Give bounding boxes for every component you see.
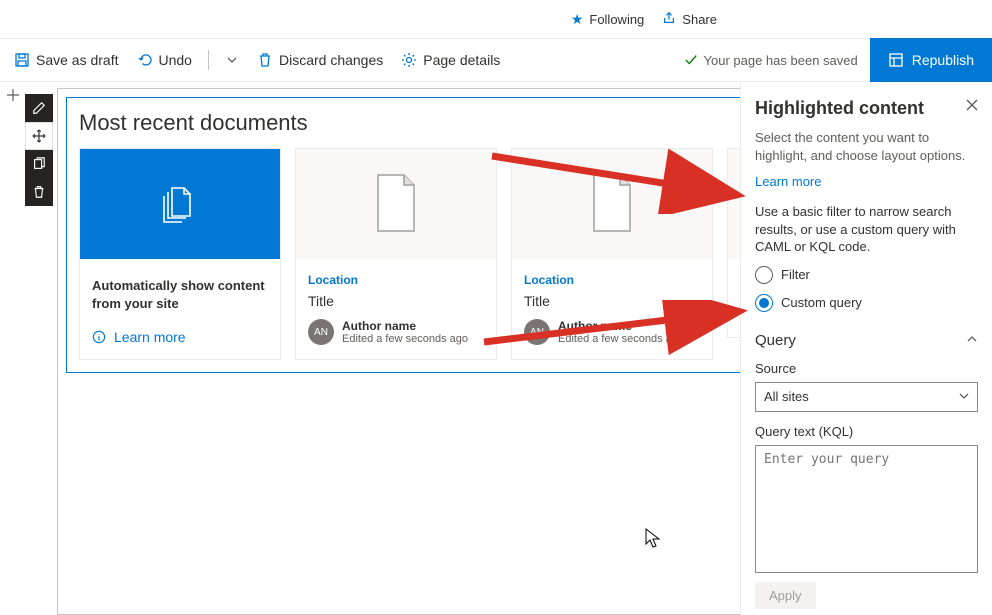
discard-button[interactable]: Discard changes — [255, 48, 385, 72]
property-panel: Highlighted content Select the content y… — [740, 82, 992, 615]
share-label: Share — [682, 12, 717, 27]
source-select[interactable]: All sites — [755, 382, 978, 412]
query-text-input[interactable] — [755, 445, 978, 573]
duplicate-webpart-button[interactable] — [25, 150, 53, 178]
panel-learn-more-link[interactable]: Learn more — [755, 174, 978, 189]
save-icon — [14, 52, 30, 68]
save-draft-label: Save as draft — [36, 52, 119, 68]
move-icon — [32, 129, 46, 143]
page-details-button[interactable]: Page details — [399, 48, 502, 72]
gear-icon — [401, 52, 417, 68]
author-name: Author name — [558, 319, 684, 333]
edited-time: Edited a few seconds ago — [342, 333, 468, 345]
radio-filter-label: Filter — [781, 267, 810, 282]
close-panel-button[interactable] — [966, 98, 978, 114]
edit-webpart-button[interactable] — [25, 94, 53, 122]
toolbar-divider — [208, 50, 209, 70]
apply-button[interactable]: Apply — [755, 582, 816, 609]
card-title: Title — [308, 293, 484, 309]
learn-more-link[interactable]: Learn more — [80, 323, 280, 359]
page-details-label: Page details — [423, 52, 500, 68]
following-toggle[interactable]: ★ Following — [571, 11, 644, 28]
share-button[interactable]: Share — [662, 11, 717, 28]
left-rail — [0, 82, 25, 615]
panel-title: Highlighted content — [755, 98, 924, 119]
radio-custom-query[interactable]: Custom query — [755, 294, 978, 312]
document-icon — [588, 173, 636, 236]
close-icon — [966, 99, 978, 111]
learn-more-label: Learn more — [114, 329, 186, 345]
chevron-down-icon — [227, 55, 237, 65]
author-name: Author name — [342, 319, 468, 333]
plus-icon — [6, 88, 20, 102]
radio-icon — [755, 294, 773, 312]
republish-button[interactable]: Republish — [870, 38, 992, 82]
info-icon — [92, 330, 106, 344]
radio-filter[interactable]: Filter — [755, 266, 978, 284]
avatar: AN — [524, 319, 550, 345]
source-label: Source — [755, 361, 978, 376]
panel-subtext: Use a basic filter to narrow search resu… — [755, 203, 978, 256]
check-icon — [684, 53, 698, 67]
editor-toolbar: Save as draft Undo Discard changes Page … — [0, 38, 992, 82]
copy-icon — [32, 157, 46, 171]
undo-icon — [137, 52, 153, 68]
save-status-text: Your page has been saved — [704, 53, 858, 68]
webpart-mini-toolbar — [25, 94, 53, 206]
query-section-label: Query — [755, 332, 796, 349]
save-status: Your page has been saved — [684, 53, 870, 68]
edited-time: Edited a few seconds ago — [558, 333, 684, 345]
discard-label: Discard changes — [279, 52, 383, 68]
radio-custom-label: Custom query — [781, 295, 862, 310]
following-label: Following — [589, 12, 644, 27]
undo-label: Undo — [159, 52, 192, 68]
location-label: Location — [524, 273, 700, 287]
layout-icon — [888, 52, 904, 68]
documents-stack-icon — [160, 182, 200, 227]
star-icon: ★ — [571, 11, 584, 28]
pencil-icon — [32, 101, 46, 115]
delete-webpart-button[interactable] — [25, 178, 53, 206]
card-featured[interactable]: Automatically show content from your sit… — [79, 148, 281, 360]
query-section-header[interactable]: Query — [755, 332, 978, 349]
radio-icon — [755, 266, 773, 284]
trash-icon — [257, 52, 273, 68]
avatar: AN — [308, 319, 334, 345]
page-top-actions: ★ Following Share — [0, 0, 992, 38]
apply-label: Apply — [769, 588, 802, 603]
chevron-up-icon — [966, 333, 978, 348]
trash-icon — [32, 185, 46, 199]
location-label: Location — [308, 273, 484, 287]
republish-label: Republish — [912, 52, 974, 68]
panel-description: Select the content you want to highlight… — [755, 129, 978, 164]
document-card[interactable]: Location Title AN Author name Edited a f… — [511, 148, 713, 360]
source-value: All sites — [764, 389, 809, 404]
chevron-down-icon — [959, 389, 969, 404]
document-card[interactable]: Location Title AN Author name Edited a f… — [295, 148, 497, 360]
document-icon — [372, 173, 420, 236]
querytext-label: Query text (KQL) — [755, 424, 978, 439]
move-webpart-button[interactable] — [25, 122, 53, 150]
save-draft-button[interactable]: Save as draft — [12, 48, 121, 72]
featured-description: Automatically show content from your sit… — [80, 259, 280, 323]
undo-dropdown[interactable] — [223, 48, 241, 72]
undo-button[interactable]: Undo — [135, 48, 194, 72]
share-icon — [662, 11, 676, 28]
card-title: Title — [524, 293, 700, 309]
add-section-button[interactable] — [4, 86, 22, 104]
